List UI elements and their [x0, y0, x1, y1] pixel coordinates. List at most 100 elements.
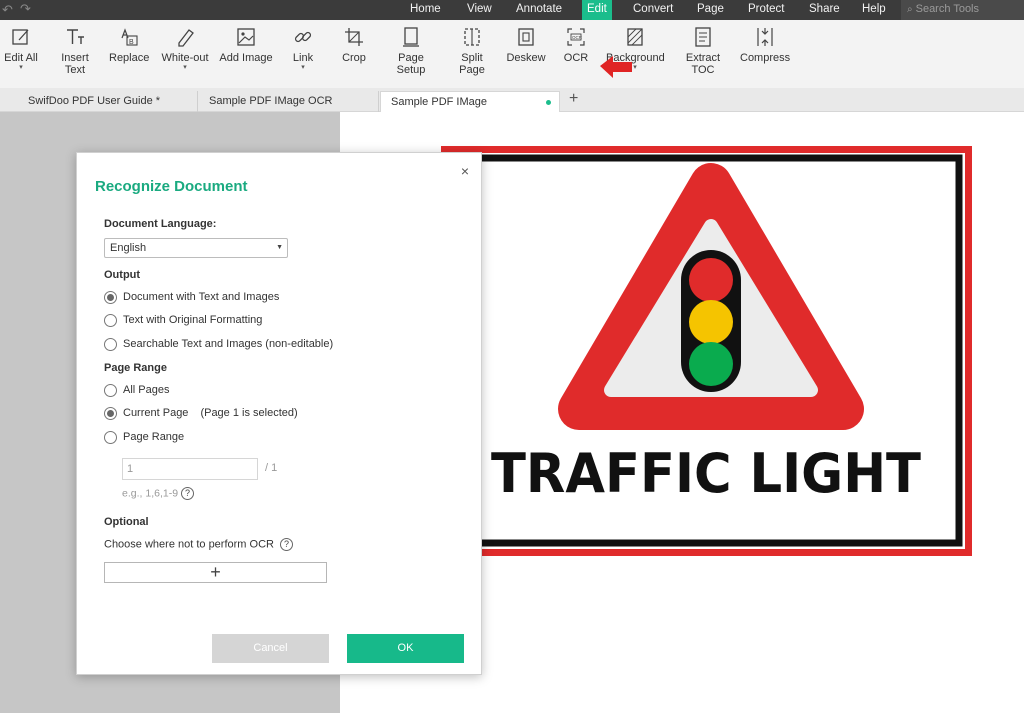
compress-icon [757, 28, 773, 46]
link-label: Link [292, 52, 314, 64]
radio-label: Text with Original Formatting [123, 314, 263, 326]
document-tab-bar: SwifDoo PDF User Guide * Sample PDF IMag… [0, 88, 1024, 112]
range-option-all-pages[interactable]: All Pages [104, 383, 169, 399]
compress-label: Compress [740, 52, 791, 64]
ocr-button[interactable]: OCR OCR [562, 26, 590, 64]
menu-bar: ↶ ↷ Home View Annotate Edit Convert Page… [0, 0, 1024, 20]
current-page-note: (Page 1 is selected) [200, 407, 298, 419]
unsaved-dot [546, 100, 551, 105]
replace-label: Replace [109, 52, 150, 64]
menu-share[interactable]: Share [804, 0, 845, 20]
link-button[interactable]: Link ▾ [289, 26, 317, 71]
add-exclusion-area-button[interactable]: + [104, 562, 327, 583]
ocr-label: OCR [563, 52, 589, 64]
tab-sample-image[interactable]: Sample PDF IMage [380, 91, 560, 112]
extract-toc-label: Extract TOC [685, 52, 721, 76]
ocr-icon: OCR [567, 28, 585, 46]
menu-annotate[interactable]: Annotate [511, 0, 567, 20]
language-select[interactable]: English ▼ [104, 238, 288, 258]
traffic-light-sign: TRAFFIC LIGHT [441, 146, 972, 556]
svg-text:B: B [129, 39, 134, 46]
extract-toc-button[interactable]: Extract TOC [674, 26, 732, 76]
add-tab-icon[interactable]: + [569, 90, 578, 108]
radio-button[interactable] [104, 313, 117, 327]
white-out-button[interactable]: White-out ▾ [159, 26, 211, 71]
compress-button[interactable]: Compress [740, 26, 790, 64]
replace-button[interactable]: B Replace [109, 26, 149, 64]
edit-all-label: Edit All [4, 52, 38, 64]
page-setup-label: Page Setup [396, 52, 426, 76]
help-icon[interactable]: ? [181, 487, 195, 500]
white-out-icon [178, 29, 194, 47]
hint-text: e.g., 1,6,1-9 [122, 487, 179, 500]
search-tools-box[interactable]: ⌕ Search Tools [901, 0, 1024, 20]
radio-label: Current Page [123, 407, 189, 419]
red-arrow-icon [600, 56, 632, 78]
crop-icon [345, 28, 363, 46]
ok-button[interactable]: OK [347, 634, 464, 663]
chevron-down-icon: ▾ [301, 64, 305, 71]
language-label: Document Language: [104, 218, 217, 230]
background-icon [627, 28, 643, 46]
crop-button[interactable]: Crop [340, 26, 368, 64]
insert-text-label: Insert Text [61, 52, 89, 76]
tab-label: Sample PDF IMage [391, 96, 487, 108]
menu-page[interactable]: Page [692, 0, 729, 20]
page-total: / 1 [265, 462, 278, 474]
chevron-down-icon: ▾ [19, 64, 23, 71]
crop-label: Crop [342, 52, 366, 64]
language-value: English [110, 242, 147, 254]
radio-button[interactable] [104, 406, 117, 420]
optional-text: Choose where not to perform OCR [104, 538, 274, 551]
radio-button[interactable] [104, 290, 117, 304]
split-page-icon [464, 28, 480, 46]
menu-edit[interactable]: Edit [582, 0, 612, 20]
optional-label: Optional [104, 516, 149, 528]
page-setup-icon [403, 27, 419, 47]
output-option-searchable[interactable]: Searchable Text and Images (non-editable… [104, 337, 333, 353]
deskew-label: Deskew [506, 52, 546, 64]
redo-icon[interactable]: ↷ [20, 1, 31, 17]
page-setup-button[interactable]: Page Setup [383, 26, 439, 76]
search-tools-placeholder: Search Tools [915, 3, 979, 15]
tab-image-ocr[interactable]: Sample PDF IMage OCR [199, 91, 379, 112]
radio-button[interactable] [104, 383, 117, 397]
add-image-button[interactable]: Add Image [219, 26, 273, 64]
close-icon[interactable]: × [461, 163, 469, 179]
page-range-input[interactable]: 1 [122, 458, 258, 480]
deskew-button[interactable]: Deskew [506, 26, 546, 64]
insert-text-icon [67, 29, 84, 44]
radio-button[interactable] [104, 337, 117, 351]
radio-button[interactable] [104, 430, 117, 444]
sign-text: TRAFFIC LIGHT [491, 442, 921, 505]
page-range-label: Page Range [104, 362, 167, 374]
chevron-down-icon: ▾ [183, 64, 187, 71]
range-option-current-page[interactable]: Current Page (Page 1 is selected) [104, 406, 298, 422]
edit-all-button[interactable]: Edit All ▾ [3, 26, 39, 71]
output-label: Output [104, 269, 141, 281]
undo-icon[interactable]: ↶ [2, 2, 13, 18]
menu-protect[interactable]: Protect [743, 0, 789, 20]
recognize-document-dialog: × Recognize Document Document Language: … [76, 152, 482, 675]
split-page-button[interactable]: Split Page [447, 26, 497, 76]
page-range-hint: e.g., 1,6,1-9? [122, 487, 195, 500]
insert-text-button[interactable]: Insert Text [50, 26, 100, 76]
split-page-label: Split Page [459, 52, 485, 76]
menu-home[interactable]: Home [405, 0, 446, 20]
tab-user-guide[interactable]: SwifDoo PDF User Guide * [18, 91, 198, 112]
extract-toc-icon [695, 27, 711, 47]
menu-convert[interactable]: Convert [628, 0, 678, 20]
replace-icon: B [121, 28, 138, 46]
output-option-text-images[interactable]: Document with Text and Images [104, 290, 279, 306]
radio-label: All Pages [123, 384, 170, 396]
output-option-original-formatting[interactable]: Text with Original Formatting [104, 313, 262, 329]
cancel-button[interactable]: Cancel [212, 634, 329, 663]
edit-ribbon: Edit All ▾ Insert Text B Replace White-o… [0, 20, 1024, 88]
range-option-page-range[interactable]: Page Range [104, 430, 184, 446]
add-image-icon [237, 28, 255, 46]
radio-label: Page Range [123, 431, 185, 443]
optional-description: Choose where not to perform OCR? [104, 538, 293, 551]
help-icon[interactable]: ? [279, 538, 293, 551]
menu-view[interactable]: View [462, 0, 497, 20]
menu-help[interactable]: Help [857, 0, 891, 20]
